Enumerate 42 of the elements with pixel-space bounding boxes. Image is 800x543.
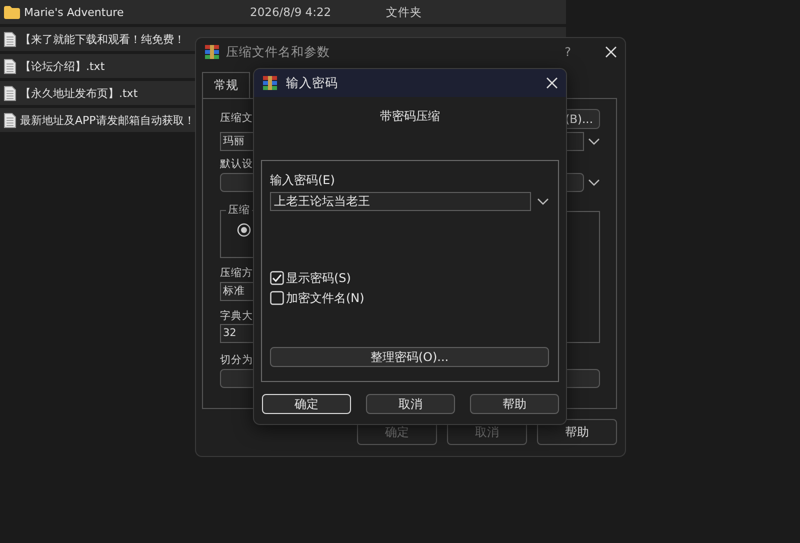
app-icon [204,44,220,60]
dialog-heading: 带密码压缩 [379,108,441,125]
chevron-icon[interactable] [537,198,549,206]
file-name[interactable]: 最新地址及APP请发邮箱自动获取！ [20,112,195,128]
field-label: 压缩方 [220,266,253,280]
file-type: 文件夹 [386,4,422,20]
chevron-icon[interactable] [588,138,600,146]
close-icon[interactable] [605,46,617,58]
field-label: 字典大 [220,309,253,323]
window-title: 压缩文件名和参数 [226,44,331,60]
document-icon [4,112,16,128]
help-button[interactable]: ? [564,45,571,59]
dialog-button[interactable]: 确定 [262,394,351,414]
file-date: 2026/8/9 4:22 [250,5,332,19]
file-name[interactable]: Marie's Adventure [24,6,124,18]
document-icon [4,86,16,100]
window-title: 输入密码 [286,74,339,92]
dialog-button[interactable]: 帮助 [470,394,559,414]
document-icon [4,58,16,74]
checkbox[interactable] [270,291,284,305]
document-icon [4,32,16,46]
checkbox[interactable] [270,271,284,285]
field-label: 默认设 [220,157,253,171]
organize-passwords-button[interactable]: 整理密码(O)... [270,347,549,367]
checkbox-label[interactable]: 加密文件名(N) [286,290,364,306]
field-label: 切分为 [220,353,253,367]
file-name[interactable]: 【论坛介绍】.txt [20,58,105,74]
file-name[interactable]: 【永久地址发布页】.txt [20,86,138,100]
dialog-button[interactable]: 帮助 [537,419,617,445]
close-icon[interactable] [546,77,558,89]
chevron-icon[interactable] [588,178,600,186]
dialog-button[interactable]: 取消 [366,394,455,414]
group-label: 压缩 [226,203,252,217]
tab[interactable]: 常规 [202,72,250,98]
field-label: 输入密码(E) [270,172,335,189]
radio-button[interactable] [237,223,251,237]
file-name[interactable]: 【来了就能下载和观看！纯免费！ [20,32,185,46]
app-icon [262,75,278,91]
checkbox-label[interactable]: 显示密码(S) [286,270,351,286]
field-label: 压缩文 [220,111,253,125]
password-field[interactable]: 上老王论坛当老王 [270,192,531,211]
folder-icon [4,6,20,18]
